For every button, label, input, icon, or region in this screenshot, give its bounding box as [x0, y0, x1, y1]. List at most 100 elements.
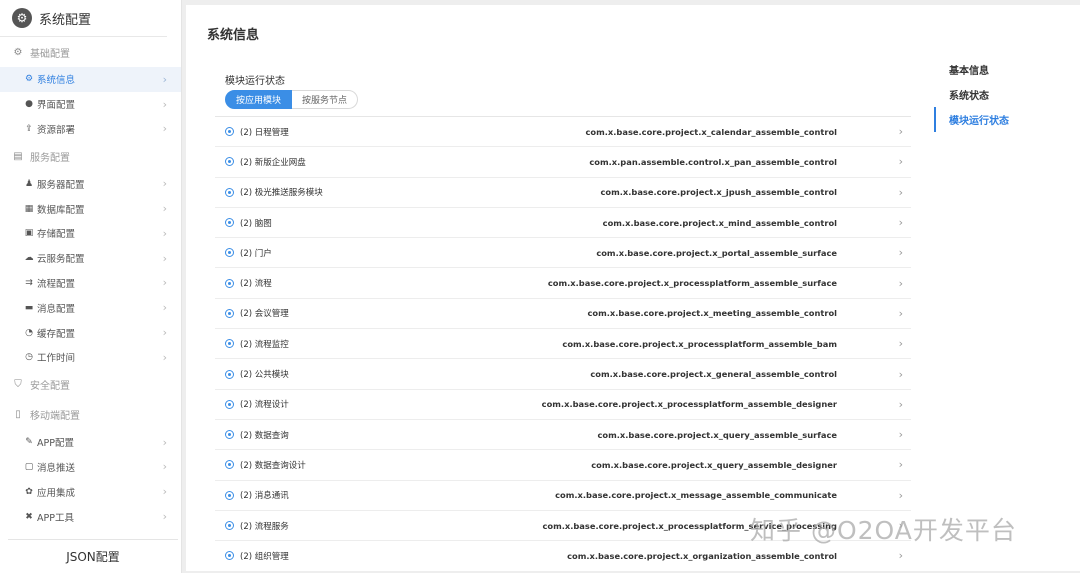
mobile-icon: ▯ [15, 409, 21, 421]
sidebar-item[interactable]: ⇪ 资源部署 › [0, 117, 181, 142]
gear-icon: ⚙ [13, 46, 23, 58]
chevron-right-icon: › [162, 485, 167, 499]
sidebar-group[interactable]: ▤ 服务配置 [0, 141, 181, 171]
module-row[interactable]: (2) 脑图 com.x.base.core.project.x_mind_ass… [215, 206, 911, 237]
sidebar-item[interactable]: ▬ 消息配置 › [0, 295, 181, 320]
sidebar-item-label: 数据库配置 [37, 204, 85, 216]
server-group-icon: ▤ [13, 150, 23, 162]
sidebar-item-label: 系统信息 [37, 75, 76, 87]
module-name: (2) 组织管理 [240, 551, 289, 562]
sidebar-item[interactable]: ✎ APP配置 › [0, 430, 181, 455]
palette-icon: ● [25, 99, 33, 110]
sidebar-item-label: 缓存配置 [37, 328, 76, 340]
module-class: com.x.base.core.project.x_jpush_assemble… [600, 187, 837, 198]
chevron-right-icon: › [162, 460, 167, 474]
module-class: com.x.base.core.project.x_meeting_assemb… [587, 308, 837, 319]
sidebar-item[interactable]: ⇉ 流程配置 › [0, 271, 181, 296]
sidebar-header: ⚙ 系统配置 [0, 0, 167, 37]
anchor-link[interactable]: 模块运行状态 [934, 107, 1080, 132]
chevron-right-icon: › [162, 202, 167, 216]
sidebar-item[interactable]: ◔ 缓存配置 › [0, 320, 181, 345]
radio-dot-icon [225, 187, 234, 197]
sidebar-item-label: 云服务配置 [37, 254, 85, 266]
module-class: com.x.base.core.project.x_processplatfor… [562, 338, 837, 349]
module-name: (2) 消息通讯 [240, 491, 289, 502]
sidebar-item[interactable]: ▣ 存储配置 › [0, 221, 181, 246]
sidebar-group[interactable]: ⛉ 安全配置 [0, 370, 181, 400]
sidebar-item-label: 应用集成 [37, 487, 76, 499]
chevron-right-icon: › [898, 306, 903, 320]
module-class: com.x.base.core.project.x_query_assemble… [591, 459, 837, 470]
sidebar-item-label: 消息配置 [37, 303, 76, 315]
sidebar-item-label: 工作时间 [37, 353, 76, 365]
sidebar-item[interactable]: ● 界面配置 › [0, 92, 181, 117]
json-config-button[interactable]: JSON配置 [8, 539, 178, 573]
sidebar: ⚙ 系统配置 ⚙ 基础配置 ⚙ 系统信息 › ● 界面配置 › ⇪ 资源部署 › ▤ 服务配置 ♟ 服务器配… [0, 0, 182, 573]
chevron-right-icon: › [162, 350, 167, 364]
sidebar-item-label: 资源部署 [37, 124, 76, 136]
module-class: com.x.base.core.project.x_message_assemb… [555, 490, 837, 501]
sidebar-item[interactable]: ◷ 工作时间 › [0, 345, 181, 370]
module-name: (2) 数据查询 [240, 430, 289, 441]
module-row[interactable]: (2) 流程 com.x.base.core.project.x_processp… [215, 267, 911, 297]
tab-by-app-module[interactable]: 按应用模块 [225, 90, 293, 109]
module-row[interactable]: (2) 新版企业网盘 com.x.pan.assemble.control.x_p… [215, 146, 911, 176]
anchor-link[interactable]: 基本信息 [934, 57, 1080, 82]
module-row[interactable]: (2) 日程管理 com.x.base.core.project.x_calend… [215, 116, 911, 146]
module-row[interactable]: (2) 数据查询 com.x.base.core.project.x_query_… [215, 418, 911, 449]
sidebar-group[interactable]: ▯ 移动端配置 [0, 400, 181, 430]
module-name: (2) 门户 [240, 248, 272, 259]
module-row[interactable]: (2) 门户 com.x.base.core.project.x_portal_a… [215, 237, 911, 267]
module-name: (2) 脑图 [240, 218, 272, 229]
chevron-right-icon: › [162, 435, 167, 449]
module-class: com.x.base.core.project.x_processplatfor… [547, 278, 837, 289]
sidebar-item-label: 存储配置 [37, 229, 76, 241]
module-name: (2) 流程设计 [240, 400, 289, 411]
sidebar-title: 系统配置 [39, 12, 92, 28]
flow-icon: ⇉ [25, 277, 33, 288]
clock-icon: ◷ [25, 352, 33, 363]
deploy-icon: ⇪ [25, 123, 33, 134]
page-title: 系统信息 [207, 28, 260, 43]
sidebar-item[interactable]: ⚙ 系统信息 › [0, 67, 181, 92]
chevron-right-icon: › [898, 155, 903, 169]
chevron-right-icon: › [898, 246, 903, 260]
sidebar-item[interactable]: ✿ 应用集成 › [0, 479, 181, 504]
chevron-right-icon: › [162, 177, 167, 191]
chevron-right-icon: › [898, 428, 903, 442]
module-row[interactable]: (2) 公共模块 com.x.base.core.project.x_genera… [215, 358, 911, 388]
module-name: (2) 数据查询设计 [240, 460, 306, 471]
module-class: com.x.pan.assemble.control.x_pan_assembl… [589, 156, 837, 167]
sidebar-item[interactable]: ✖ APP工具 › [0, 504, 181, 529]
chevron-right-icon: › [898, 549, 903, 563]
sidebar-item[interactable]: ☁ 云服务配置 › [0, 246, 181, 271]
section-title: 模块运行状态 [225, 76, 285, 87]
module-row[interactable]: (2) 极光推送服务模块 com.x.base.core.project.x_jp… [215, 176, 911, 207]
sidebar-item[interactable]: ▢ 消息推送 › [0, 455, 181, 480]
module-row[interactable]: (2) 流程监控 com.x.base.core.project.x_proces… [215, 328, 911, 358]
sidebar-item[interactable]: ♟ 服务器配置 › [0, 171, 181, 196]
message-icon: ▬ [24, 302, 34, 313]
module-row[interactable]: (2) 流程设计 com.x.base.core.project.x_proces… [215, 388, 911, 419]
module-row[interactable]: (2) 会议管理 com.x.base.core.project.x_meetin… [215, 297, 911, 328]
watermark: 知乎 @O2OA开发平台 [750, 516, 1017, 545]
push-icon: ▢ [24, 461, 34, 472]
radio-dot-icon [225, 339, 234, 349]
module-row[interactable]: (2) 消息通讯 com.x.base.core.project.x_messag… [215, 479, 911, 510]
radio-dot-icon [225, 127, 234, 137]
sidebar-item[interactable]: ▦ 数据库配置 › [0, 196, 181, 221]
anchor-link[interactable]: 系统状态 [934, 82, 1080, 107]
module-row[interactable]: (2) 数据查询设计 com.x.base.core.project.x_quer… [215, 449, 911, 479]
radio-dot-icon [225, 521, 234, 530]
radio-dot-icon [225, 278, 234, 288]
sidebar-group[interactable]: ⚙ 基础配置 [0, 37, 181, 67]
chevron-right-icon: › [162, 326, 167, 340]
module-name: (2) 流程服务 [240, 521, 289, 532]
chevron-right-icon: › [162, 251, 167, 265]
main-panel: 系统信息 模块运行状态 按应用模块 按服务节点 (2) 日程管理 com.x.ba… [186, 5, 1080, 571]
module-class: com.x.base.core.project.x_processplatfor… [541, 399, 837, 410]
tab-by-service-node[interactable]: 按服务节点 [292, 90, 359, 109]
chevron-right-icon: › [898, 337, 903, 351]
module-list: (2) 日程管理 com.x.base.core.project.x_calend… [215, 116, 911, 570]
module-name: (2) 流程监控 [240, 339, 289, 350]
